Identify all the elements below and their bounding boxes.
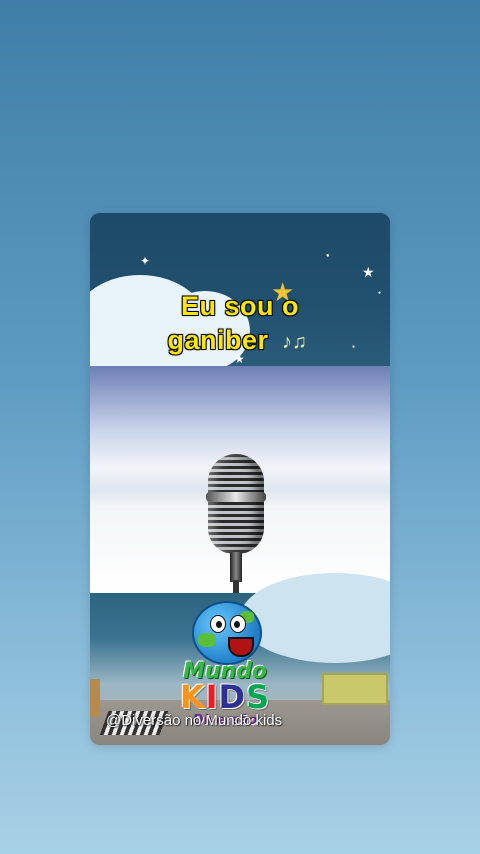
app-screen: { "video": { "lyric_line1": "Eu sou o", … — [0, 0, 480, 854]
music-note-icon: ♪♫ — [282, 331, 307, 353]
toy-box — [322, 673, 388, 705]
channel-watermark: @Diversão no Mundo kids — [106, 712, 283, 729]
microphone-panel — [90, 366, 390, 594]
microphone-neck — [230, 552, 242, 582]
kids-room-panel: Mundo KIDS Diversão @Diversão no Mundo k… — [90, 573, 390, 745]
logo-word-kids: KIDS — [179, 678, 271, 716]
lyric-line-1: Eu sou o — [181, 291, 299, 321]
lyric-line-2: ganiber — [167, 325, 269, 355]
star-icon: ✦ — [140, 254, 151, 268]
mascot-mouth — [228, 637, 254, 657]
night-sky-panel: ✦ ★ ● ● ● ★ ★ Eu sou o ganiber ♪♫ — [90, 213, 390, 385]
star-icon: ● — [326, 253, 330, 259]
microphone-stand — [233, 580, 239, 594]
globe-mascot-icon — [192, 601, 262, 665]
shelf — [90, 679, 100, 717]
microphone-icon — [208, 454, 264, 554]
microphone-ring — [206, 492, 266, 502]
video-card[interactable]: ✦ ★ ● ● ● ★ ★ Eu sou o ganiber ♪♫ Mundo … — [90, 213, 390, 745]
star-icon: ★ — [362, 264, 375, 280]
